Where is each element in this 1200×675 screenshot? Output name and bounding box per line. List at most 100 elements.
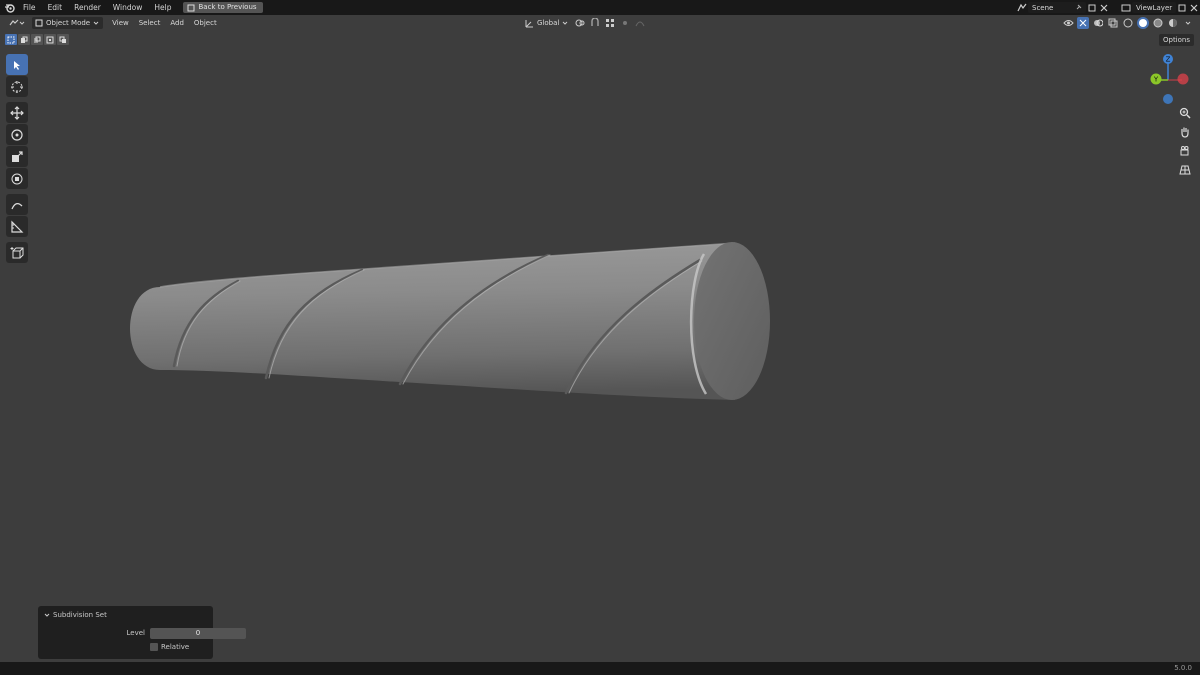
- mode-selector[interactable]: Object Mode: [32, 17, 104, 29]
- cylinder-cap: [694, 242, 770, 400]
- chevron-down-icon: [44, 613, 50, 617]
- tool-cursor[interactable]: [6, 76, 28, 97]
- scene-name: Scene: [1032, 3, 1054, 12]
- cylinder-top-highlight: [159, 242, 736, 288]
- rotate-icon: [11, 128, 23, 141]
- overlays-icon[interactable]: [1092, 17, 1104, 29]
- move-icon: [10, 105, 24, 120]
- shading-solid-icon[interactable]: [1137, 17, 1149, 29]
- transform-orientation-selector[interactable]: Global: [522, 17, 571, 29]
- blender-logo-icon[interactable]: [1, 0, 17, 15]
- cylinder-mesh[interactable]: [0, 0, 1200, 675]
- pin-icon: [1076, 4, 1082, 10]
- perspective-toggle-button[interactable]: [1176, 161, 1194, 179]
- select-subtract-icon[interactable]: [31, 34, 43, 45]
- operator-title: Subdivision Set: [53, 611, 107, 619]
- shading-material-icon[interactable]: [1152, 17, 1164, 29]
- mode-label: Object Mode: [46, 19, 91, 27]
- version-label: 5.0.0: [1174, 664, 1192, 672]
- relative-label: Relative: [161, 643, 190, 651]
- shading-rendered-icon[interactable]: [1167, 17, 1179, 29]
- menu-select[interactable]: Select: [134, 19, 166, 27]
- transform-icon: [11, 173, 23, 184]
- select-intersect-icon[interactable]: [57, 34, 69, 45]
- shading-wireframe-icon[interactable]: [1122, 17, 1134, 29]
- menu-object[interactable]: Object: [189, 19, 222, 27]
- tool-transform[interactable]: [6, 168, 28, 189]
- gizmo-neg-z-axis[interactable]: [1163, 94, 1173, 104]
- tool-select-box[interactable]: [6, 54, 28, 75]
- operator-panel-header[interactable]: Subdivision Set: [44, 611, 107, 619]
- scene-selector[interactable]: Scene: [1028, 2, 1086, 13]
- cursor-arrow-icon: [14, 60, 20, 70]
- camera-icon: [1180, 146, 1189, 156]
- options-dropdown[interactable]: Options: [1158, 34, 1194, 46]
- chevron-down-icon[interactable]: [1182, 17, 1194, 29]
- pan-button[interactable]: [1176, 123, 1194, 141]
- view-layer-selector[interactable]: ViewLayer: [1132, 2, 1176, 13]
- back-icon: [187, 4, 195, 11]
- level-field[interactable]: 0: [150, 628, 246, 639]
- select-invert-icon[interactable]: [44, 34, 56, 45]
- tool-add-cube[interactable]: [6, 242, 28, 263]
- delete-scene-icon[interactable]: [1098, 2, 1110, 13]
- tool-scale[interactable]: [6, 146, 28, 167]
- tool-measure[interactable]: [6, 216, 28, 237]
- orientation-icon: [525, 19, 533, 27]
- cylinder-body: [130, 243, 735, 400]
- add-cube-icon: [10, 246, 24, 258]
- object-mode-icon: [35, 19, 43, 27]
- hand-icon: [1181, 127, 1189, 138]
- menu-view[interactable]: View: [107, 19, 134, 27]
- ruler-icon: [11, 220, 24, 233]
- chevron-down-icon: [562, 21, 568, 25]
- chevron-down-icon: [19, 21, 25, 25]
- top-bar: File Edit Render Window Help Back to Pre…: [0, 0, 1200, 15]
- new-scene-icon[interactable]: [1086, 2, 1098, 13]
- tool-annotate[interactable]: [6, 194, 28, 215]
- view-layer-name: ViewLayer: [1136, 3, 1173, 12]
- editor-type-icon: [9, 19, 19, 26]
- falloff-icon[interactable]: [634, 17, 646, 29]
- menu-add[interactable]: Add: [165, 19, 189, 27]
- menu-help[interactable]: Help: [148, 0, 177, 15]
- zoom-button[interactable]: [1176, 104, 1194, 122]
- select-new-icon[interactable]: [5, 34, 17, 45]
- grid-icon: [1179, 165, 1191, 175]
- zoom-icon: [1179, 107, 1191, 119]
- selection-mode-group: [5, 34, 69, 46]
- menu-window[interactable]: Window: [107, 0, 149, 15]
- navigation-gizmo[interactable]: Z Y: [1140, 52, 1196, 108]
- back-to-previous-button[interactable]: Back to Previous: [183, 2, 263, 13]
- scale-icon: [12, 150, 23, 162]
- gizmo-toggle-icon[interactable]: [1077, 17, 1089, 29]
- camera-view-button[interactable]: [1176, 142, 1194, 160]
- viewport-display-tools: [1062, 15, 1194, 31]
- pivot-icon[interactable]: [574, 17, 586, 29]
- select-extend-icon[interactable]: [18, 34, 30, 45]
- new-view-layer-icon[interactable]: [1176, 2, 1188, 13]
- snap-target-icon[interactable]: [604, 17, 616, 29]
- menu-file[interactable]: File: [17, 0, 42, 15]
- tool-shelf: [6, 54, 29, 264]
- visibility-icon[interactable]: [1062, 17, 1074, 29]
- tool-move[interactable]: [6, 102, 28, 123]
- menu-render[interactable]: Render: [68, 0, 107, 15]
- view-layer-icon[interactable]: [1120, 2, 1132, 13]
- scene-icon[interactable]: [1016, 2, 1028, 13]
- snap-icon[interactable]: [589, 17, 601, 29]
- relative-checkbox-box[interactable]: [150, 643, 158, 651]
- proportional-edit-icon[interactable]: [619, 17, 631, 29]
- gizmo-x-axis[interactable]: [1177, 73, 1189, 85]
- xray-icon[interactable]: [1107, 17, 1119, 29]
- chevron-down-icon: [93, 21, 99, 25]
- back-to-previous-label: Back to Previous: [198, 3, 257, 11]
- annotate-pencil-icon: [11, 202, 23, 209]
- tool-rotate[interactable]: [6, 124, 28, 145]
- transform-tools: Global: [522, 15, 646, 31]
- editor-type-button[interactable]: [6, 17, 28, 29]
- menu-edit[interactable]: Edit: [42, 0, 69, 15]
- gizmo-y-label: Y: [1153, 76, 1159, 84]
- delete-view-layer-icon[interactable]: [1188, 2, 1200, 13]
- relative-checkbox[interactable]: Relative: [150, 643, 189, 651]
